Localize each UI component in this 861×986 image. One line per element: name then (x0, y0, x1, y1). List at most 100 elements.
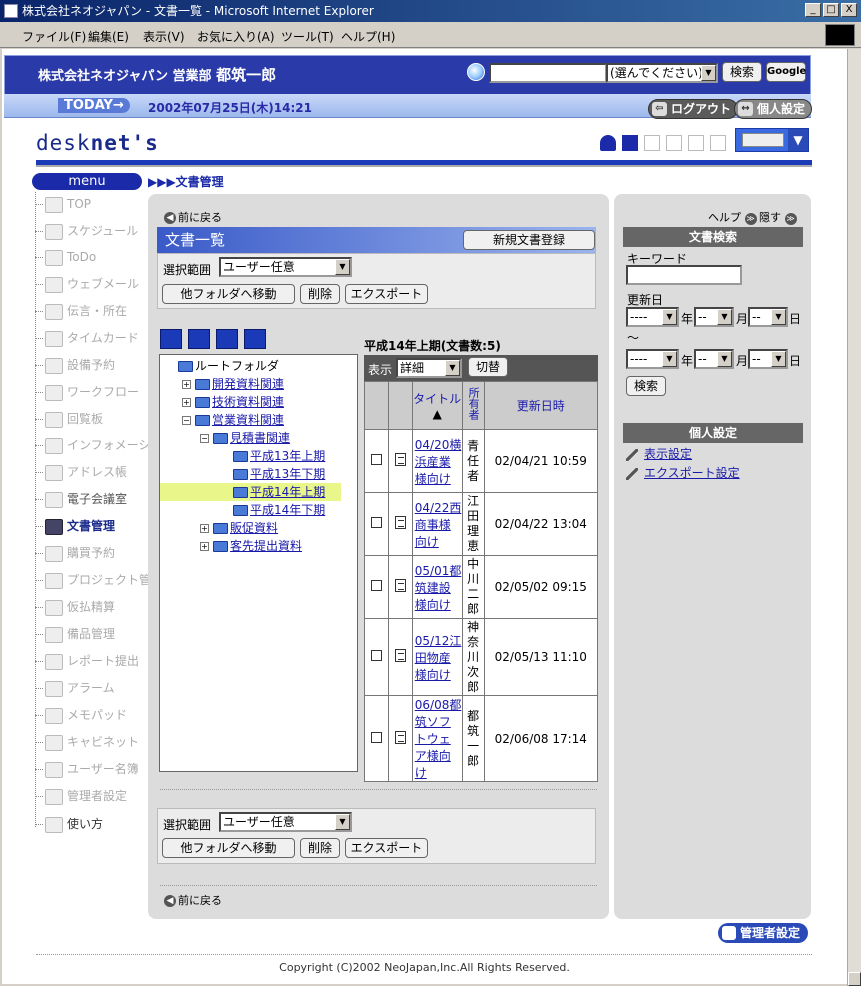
nav-item-expense[interactable]: 仮払精算 (35, 596, 115, 618)
tree-link[interactable]: 平成14年下期 (250, 503, 325, 517)
tree-node[interactable]: + 客先提出資料 (160, 537, 357, 555)
tree-node[interactable]: − 営業資料関連 (160, 411, 357, 429)
nav-item-message[interactable]: 伝言・所在 (35, 300, 127, 322)
tree-node[interactable]: 平成14年下期 (160, 501, 357, 519)
org-icon[interactable] (622, 135, 638, 151)
logout-button[interactable]: ⇦ ログアウト (648, 99, 739, 119)
new-document-button[interactable]: 新規文書登録 (463, 230, 595, 250)
doc-title-link[interactable]: 04/22西商事様向け (415, 501, 462, 549)
switch-button[interactable]: 切替 (468, 357, 508, 377)
sort-title-link[interactable]: タイトル (413, 392, 461, 406)
display-settings-link[interactable]: 表示設定 (644, 447, 692, 461)
nav-item-equipment[interactable]: 備品管理 (35, 623, 115, 645)
nav-item-address[interactable]: アドレス帳 (35, 461, 127, 483)
vertical-scrollbar[interactable] (847, 49, 861, 986)
tree-link[interactable]: 販促資料 (230, 521, 278, 535)
nav-item-purchase[interactable]: 購買予約 (35, 542, 115, 564)
sort-updated-link[interactable]: 更新日時 (517, 399, 565, 413)
row-checkbox[interactable] (370, 731, 382, 743)
range-select-bottom[interactable]: ユーザー任意 ▼ (219, 812, 352, 832)
expand-icon[interactable]: + (200, 542, 209, 551)
delete-button-bottom[interactable]: 削除 (300, 838, 340, 858)
collapse-icon[interactable]: − (182, 416, 191, 425)
tree-link[interactable]: 技術資料関連 (212, 395, 284, 409)
back-link-top[interactable]: ◀ 前に戻る (164, 209, 222, 225)
expand-icon[interactable]: + (182, 380, 191, 389)
tree-node[interactable]: + 販促資料 (160, 519, 357, 537)
menu-tools[interactable]: ツール(T) (281, 28, 334, 45)
col-updated[interactable]: 更新日時 (483, 381, 599, 430)
range-select-top[interactable]: ユーザー任意 ▼ (219, 257, 352, 277)
maximize-button[interactable]: □ (823, 3, 839, 17)
tree-node[interactable]: − 見積書関連 (160, 429, 357, 447)
nav-item-userlist[interactable]: ユーザー名簿 (35, 758, 139, 780)
from-day-select[interactable]: -- ▼ (748, 307, 788, 327)
tree-link[interactable]: 開発資料関連 (212, 377, 284, 391)
export-button-bottom[interactable]: エクスポート (345, 838, 428, 858)
view-select[interactable]: 詳細 ▼ (396, 358, 462, 378)
row-checkbox[interactable] (370, 580, 382, 591)
header-search-select[interactable]: (選んでください) ▼ (606, 63, 718, 83)
tree-node-selected[interactable]: 平成14年上期 (160, 483, 341, 501)
col-owner[interactable]: 所有者 (461, 381, 485, 430)
doc-title-link[interactable]: 06/08都筑ソフトウェア様向け (415, 698, 462, 780)
nav-item-cabinet[interactable]: キャビネット (35, 731, 139, 753)
menu-help[interactable]: ヘルプ(H) (341, 28, 395, 45)
row-checkbox[interactable] (370, 454, 382, 465)
edit-icon[interactable] (666, 135, 682, 151)
tree-node[interactable]: 平成13年上期 (160, 447, 357, 465)
admin-settings-button[interactable]: 管理者設定 (718, 923, 809, 943)
help-link[interactable]: ヘルプ ≫ (708, 209, 757, 225)
screen-switch-button[interactable]: ▼ (735, 128, 809, 152)
menu-edit[interactable]: 編集(E) (88, 28, 129, 45)
folder-settings-icon[interactable] (244, 329, 266, 349)
export-button-top[interactable]: エクスポート (345, 284, 428, 304)
collapse-icon[interactable]: − (200, 434, 209, 443)
user-icon[interactable] (600, 135, 616, 151)
export-settings-link[interactable]: エクスポート設定 (644, 466, 740, 480)
nav-item-alarm[interactable]: アラーム (35, 677, 115, 699)
menu-favorites[interactable]: お気に入り(A) (197, 28, 275, 45)
close-button[interactable]: X (841, 3, 857, 17)
to-day-select[interactable]: -- ▼ (748, 349, 788, 369)
delete-button-top[interactable]: 削除 (300, 284, 340, 304)
doc-title-link[interactable]: 04/20横浜産業様向け (415, 438, 462, 486)
tree-link[interactable]: 見積書関連 (230, 431, 290, 445)
folder-new-icon[interactable] (188, 329, 210, 349)
sort-owner-link[interactable]: 所有者 (466, 387, 480, 420)
header-search-button[interactable]: 検索 (722, 62, 762, 82)
to-year-select[interactable]: ---- ▼ (626, 349, 679, 369)
tree-node[interactable]: 平成13年下期 (160, 465, 357, 483)
menu-file[interactable]: ファイル(F) (22, 28, 86, 45)
row-checkbox[interactable] (370, 517, 382, 528)
expand-icon[interactable]: + (182, 398, 191, 407)
minimize-button[interactable]: _ (805, 3, 821, 17)
move-folder-button-bottom[interactable]: 他フォルダへ移動 (162, 838, 295, 858)
memo-icon[interactable] (644, 135, 660, 151)
tree-node[interactable]: + 開発資料関連 (160, 375, 357, 393)
back-link-bottom[interactable]: ◀ 前に戻る (164, 892, 222, 908)
nav-item-memopad[interactable]: メモパッド (35, 704, 127, 726)
expand-icon[interactable]: + (200, 524, 209, 533)
google-button[interactable]: Google (766, 62, 806, 82)
grid-icon[interactable] (688, 135, 704, 151)
nav-item-todo[interactable]: ToDo (35, 246, 96, 268)
menu-view[interactable]: 表示(V) (143, 28, 185, 45)
doc-title-link[interactable]: 05/01都筑建設様向け (415, 564, 462, 612)
nav-item-circular[interactable]: 回覧板 (35, 408, 103, 430)
nav-item-timecard[interactable]: タイムカード (35, 327, 139, 349)
personal-settings-button[interactable]: ↔ 個人設定 (734, 99, 813, 119)
keyword-input[interactable] (626, 265, 742, 285)
from-month-select[interactable]: -- ▼ (694, 307, 734, 327)
nav-item-forum[interactable]: 電子会議室 (35, 488, 127, 510)
nav-item-project[interactable]: プロジェクト管理 (35, 569, 163, 591)
nav-item-workflow[interactable]: ワークフロー (35, 381, 139, 403)
nav-item-admin[interactable]: 管理者設定 (35, 785, 127, 807)
header-search-input[interactable] (489, 63, 607, 83)
row-checkbox[interactable] (370, 650, 382, 661)
nav-item-facility[interactable]: 設備予約 (35, 354, 115, 376)
tree-node[interactable]: + 技術資料関連 (160, 393, 357, 411)
nav-item-documents[interactable]: 文書管理 (35, 515, 115, 537)
doc-search-button[interactable]: 検索 (626, 376, 666, 396)
tree-root[interactable]: ルートフォルダ (160, 357, 357, 375)
